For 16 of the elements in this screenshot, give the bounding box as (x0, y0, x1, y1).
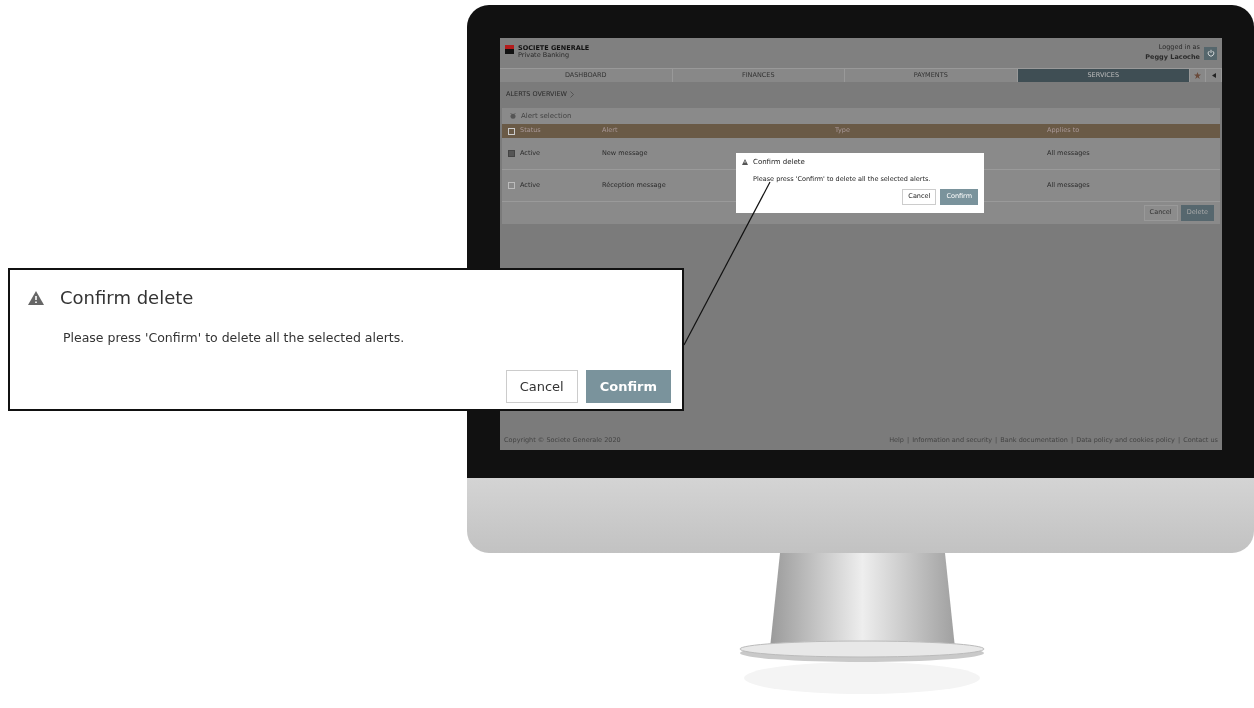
power-icon (1206, 49, 1215, 57)
caret-left-icon[interactable] (1211, 73, 1216, 78)
warning-icon (28, 290, 44, 305)
dialog-button[interactable]: Confirm (585, 369, 671, 404)
select-all-checkbox[interactable] (508, 127, 515, 135)
row-checkbox[interactable] (508, 182, 515, 190)
dialog-button[interactable]: Cancel (505, 369, 578, 404)
logout-button[interactable] (1204, 46, 1217, 60)
alarm-clock-icon (510, 113, 516, 119)
dialog-message: Please press 'Confirm' to delete all the selected alerts. (63, 329, 406, 347)
row-checkbox[interactable] (508, 150, 515, 158)
warning-icon (742, 159, 748, 166)
chevron-right-icon (570, 91, 574, 99)
dialog-title: Confirm delete (60, 286, 194, 310)
star-icon[interactable] (1194, 72, 1201, 79)
logo-icon (505, 44, 514, 54)
